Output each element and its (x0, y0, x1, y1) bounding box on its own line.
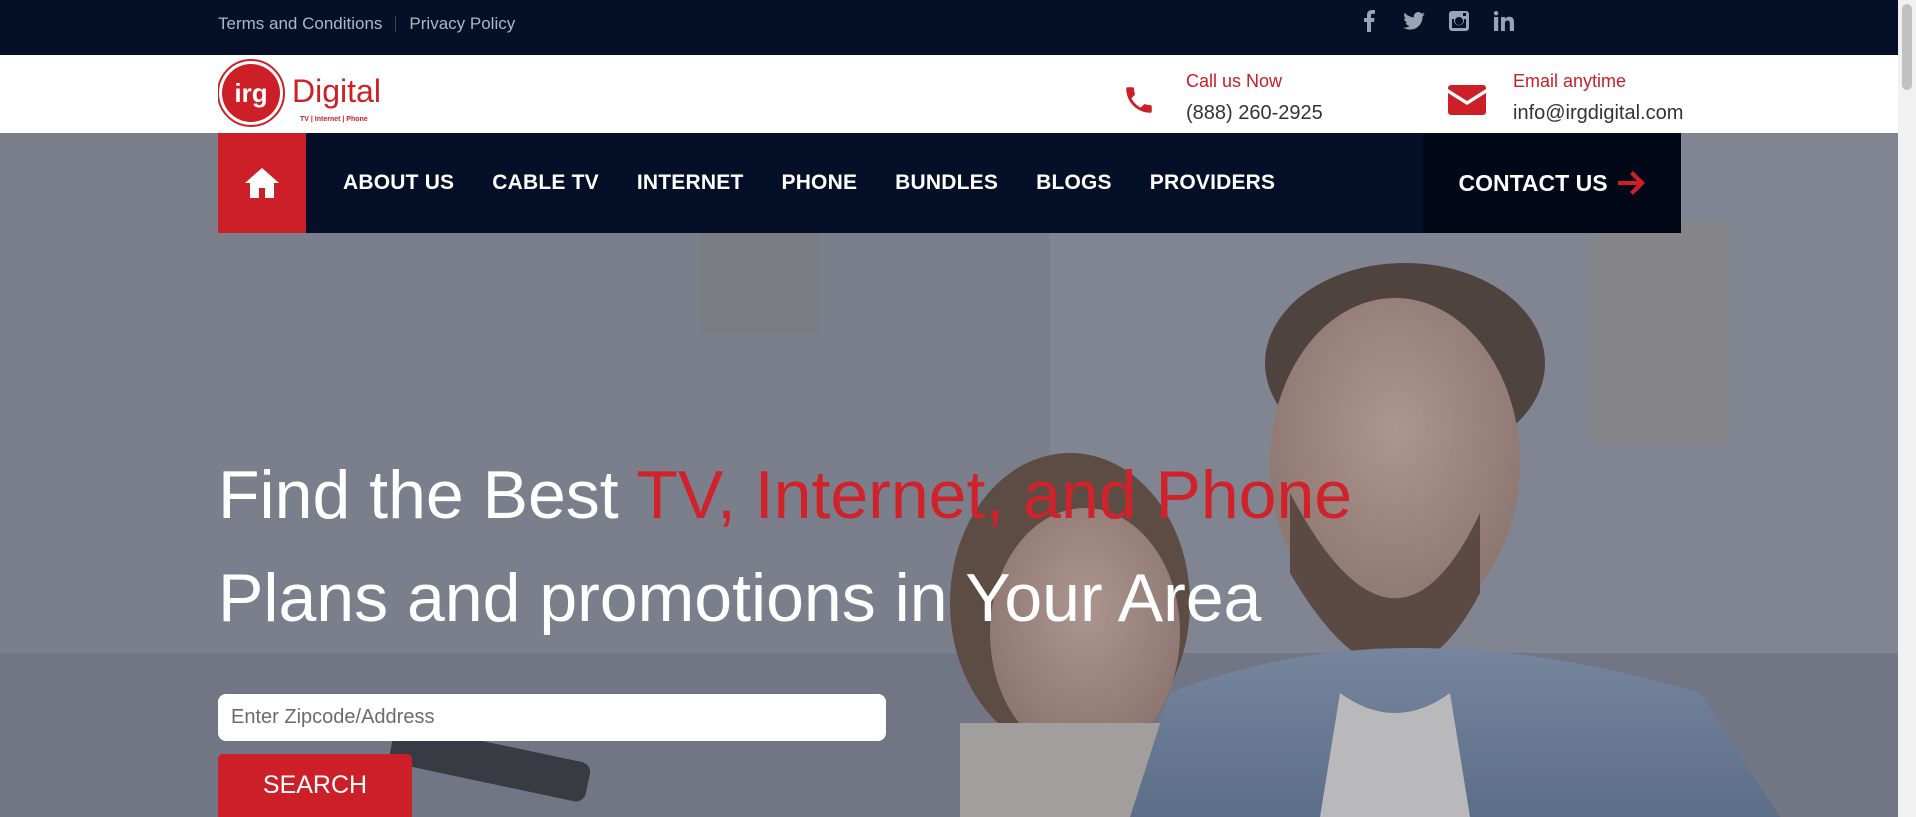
headline-highlight: TV, Internet, and Phone (636, 457, 1353, 533)
call-contact[interactable]: Call us Now (888) 260-2925 (1122, 71, 1323, 125)
social-links (1356, 8, 1536, 34)
contact-us-label: CONTACT US (1458, 169, 1608, 196)
top-bar: Terms and Conditions Privacy Policy (0, 0, 1898, 55)
email-address[interactable]: info@irgdigital.com (1513, 102, 1683, 125)
nav-items: ABOUT US CABLE TV INTERNET PHONE BUNDLES… (343, 133, 1313, 233)
home-button[interactable] (218, 133, 306, 233)
phone-number[interactable]: (888) 260-2925 (1186, 102, 1323, 125)
nav-providers[interactable]: PROVIDERS (1150, 171, 1276, 195)
main-nav: ABOUT US CABLE TV INTERNET PHONE BUNDLES… (218, 133, 1681, 233)
irg-digital-logo[interactable]: irg Digital TV | Internet | Phone (217, 58, 388, 128)
site-header: irg Digital TV | Internet | Phone Call u… (0, 55, 1898, 133)
top-links: Terms and Conditions Privacy Policy (218, 0, 515, 48)
logo-mark: irg (234, 78, 267, 108)
facebook-icon[interactable] (1356, 8, 1382, 34)
contact-us-button[interactable]: CONTACT US (1423, 133, 1681, 233)
nav-cable-tv[interactable]: CABLE TV (492, 171, 599, 195)
headline-prefix: Find the Best (218, 457, 637, 533)
email-label: Email anytime (1513, 71, 1627, 91)
envelope-icon (1448, 85, 1488, 119)
home-icon (245, 168, 279, 198)
nav-internet[interactable]: INTERNET (637, 171, 744, 195)
divider (395, 16, 397, 32)
search-button[interactable]: SEARCH (218, 754, 412, 817)
linkedin-icon[interactable] (1491, 8, 1517, 34)
instagram-icon[interactable] (1446, 8, 1472, 34)
logo-tagline: TV | Internet | Phone (300, 116, 368, 123)
terms-link[interactable]: Terms and Conditions (218, 14, 382, 34)
nav-phone[interactable]: PHONE (781, 171, 857, 195)
zipcode-search-input[interactable] (218, 694, 886, 741)
phone-icon (1122, 83, 1158, 119)
hero-headline-line2: Plans and promotions in Your Area (218, 560, 1262, 636)
twitter-icon[interactable] (1401, 8, 1427, 34)
hero-headline-line1: Find the Best TV, Internet, and Phone (218, 456, 1352, 534)
privacy-link[interactable]: Privacy Policy (409, 14, 515, 34)
nav-bundles[interactable]: BUNDLES (895, 171, 998, 195)
page-scrollbar[interactable] (1898, 0, 1916, 817)
call-label: Call us Now (1186, 71, 1283, 91)
nav-blogs[interactable]: BLOGS (1036, 171, 1112, 195)
nav-about-us[interactable]: ABOUT US (343, 171, 454, 195)
email-contact[interactable]: Email anytime info@irgdigital.com (1448, 71, 1683, 125)
scrollbar-thumb[interactable] (1902, 4, 1912, 90)
arrow-right-icon (1617, 171, 1645, 195)
logo-word: Digital (292, 73, 381, 109)
